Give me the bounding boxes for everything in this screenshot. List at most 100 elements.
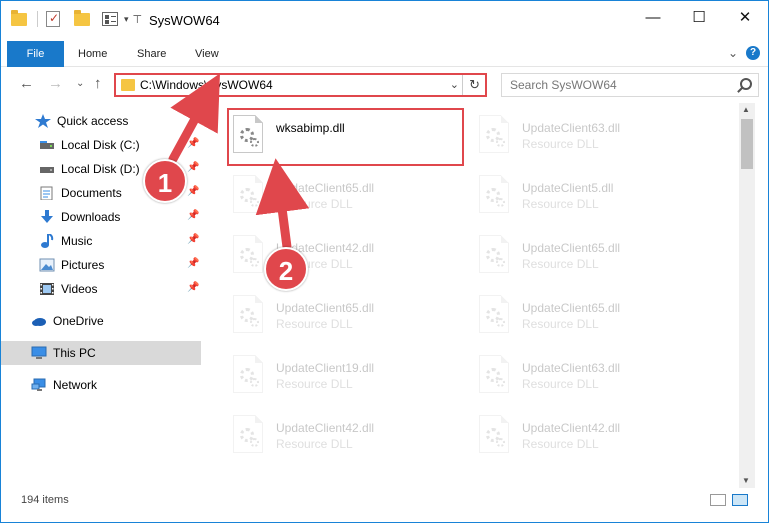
sidebar-item-this-pc[interactable]: This PC bbox=[1, 341, 201, 365]
file-tile[interactable]: UpdateClient65.dll Resource DLL bbox=[230, 291, 460, 345]
up-arrow-icon[interactable]: ↑ bbox=[94, 75, 102, 92]
file-type: Resource DLL bbox=[522, 437, 599, 451]
sidebar-item-downloads[interactable]: Downloads 📌 bbox=[1, 205, 201, 229]
file-name: UpdateClient63.dll bbox=[522, 121, 621, 135]
search-input[interactable]: Search SysWOW64 bbox=[501, 73, 759, 97]
dll-file-icon bbox=[479, 295, 509, 333]
sidebar-item-label: Documents bbox=[61, 186, 122, 200]
sidebar-item-label: Quick access bbox=[57, 114, 129, 128]
sidebar-item-quick-access[interactable]: Quick access bbox=[1, 109, 201, 133]
dll-file-icon bbox=[233, 415, 263, 453]
sidebar-item-music[interactable]: Music 📌 bbox=[1, 229, 201, 253]
file-tile[interactable]: UpdateClient65.dll Resource DLL bbox=[230, 171, 460, 225]
details-view-icon[interactable] bbox=[710, 494, 726, 506]
file-name: UpdateClient63.dll bbox=[522, 361, 621, 375]
forward-arrow-icon[interactable]: → bbox=[48, 75, 63, 92]
file-type: Resource DLL bbox=[276, 377, 353, 391]
pin-icon[interactable]: 📌 bbox=[187, 210, 199, 221]
file-name: UpdateClient5.dll bbox=[522, 181, 614, 195]
address-path[interactable]: C:\Windows\SysWOW64 bbox=[140, 78, 273, 92]
file-tile[interactable]: UpdateClient65.dll Resource DLL bbox=[476, 291, 706, 345]
sidebar-item-label: Videos bbox=[61, 282, 98, 296]
sidebar-item-documents[interactable]: Documents 📌 bbox=[1, 181, 201, 205]
file-type: Resource DLL bbox=[522, 137, 599, 151]
file-tile[interactable]: UpdateClient42.dll Resource DLL bbox=[230, 411, 460, 465]
back-arrow-icon[interactable]: ← bbox=[19, 75, 34, 92]
customize-icon[interactable] bbox=[102, 11, 118, 27]
window-title: SysWOW64 bbox=[149, 13, 220, 28]
file-name: UpdateClient65.dll bbox=[522, 241, 621, 255]
new-folder-icon[interactable] bbox=[74, 10, 90, 27]
recent-locations-icon[interactable]: ⌄ bbox=[76, 78, 84, 89]
drive-icon bbox=[39, 162, 55, 176]
file-type: Resource DLL bbox=[522, 197, 599, 211]
folder-icon[interactable] bbox=[11, 10, 27, 27]
dll-file-icon bbox=[233, 175, 263, 213]
dll-file-icon bbox=[479, 175, 509, 213]
search-icon[interactable] bbox=[740, 78, 752, 90]
pin-icon[interactable]: 📌 bbox=[187, 138, 199, 149]
ribbon-expand-icon[interactable]: ⌄ bbox=[728, 46, 738, 60]
minimize-button[interactable]: — bbox=[630, 1, 676, 33]
maximize-button[interactable]: ☐ bbox=[676, 1, 722, 33]
drive-icon bbox=[39, 138, 55, 152]
pin-icon[interactable]: 📌 bbox=[187, 234, 199, 245]
pin-icon[interactable]: 📌 bbox=[187, 282, 199, 293]
file-tile[interactable]: UpdateClient63.dll Resource DLL bbox=[476, 351, 706, 405]
chevron-down-icon[interactable]: ▾ bbox=[124, 14, 129, 25]
refresh-icon[interactable]: ↻ bbox=[469, 77, 480, 93]
file-type: Resource DLL bbox=[276, 317, 353, 331]
help-icon[interactable]: ? bbox=[746, 46, 760, 60]
address-dropdown-icon[interactable]: ⌄ bbox=[450, 78, 459, 91]
sidebar-item-network[interactable]: Network bbox=[1, 373, 201, 397]
file-type: Resource DLL bbox=[276, 257, 353, 271]
sidebar-item-local-disk-c[interactable]: Local Disk (C:) 📌 bbox=[1, 133, 201, 157]
file-name: UpdateClient42.dll bbox=[522, 421, 621, 435]
pin-icon[interactable]: 📌 bbox=[187, 186, 199, 197]
file-tile[interactable]: UpdateClient42.dll Resource DLL bbox=[476, 411, 706, 465]
address-bar[interactable]: C:\Windows\SysWOW64 ⌄ ↻ bbox=[114, 73, 487, 97]
file-name: UpdateClient42.dll bbox=[276, 421, 375, 435]
sidebar-item-onedrive[interactable]: OneDrive bbox=[1, 309, 201, 333]
tab-file[interactable]: File bbox=[7, 41, 64, 67]
folder-icon bbox=[121, 79, 135, 91]
file-tile[interactable]: UpdateClient5.dll Resource DLL bbox=[476, 171, 706, 225]
scroll-up-icon[interactable]: ▲ bbox=[742, 105, 750, 114]
file-tile[interactable]: UpdateClient19.dll Resource DLL bbox=[230, 351, 460, 405]
file-name: UpdateClient42.dll bbox=[276, 241, 375, 255]
item-count: 194 items bbox=[21, 494, 69, 506]
properties-check-icon[interactable] bbox=[46, 11, 62, 27]
videos-icon bbox=[39, 282, 55, 296]
file-tile[interactable]: UpdateClient63.dll Resource DLL bbox=[476, 111, 706, 165]
file-type: Resource DLL bbox=[276, 437, 353, 451]
file-tile[interactable]: UpdateClient65.dll Resource DLL bbox=[476, 231, 706, 285]
sidebar-item-videos[interactable]: Videos 📌 bbox=[1, 277, 201, 301]
file-name: UpdateClient65.dll bbox=[276, 181, 375, 195]
dll-file-icon bbox=[479, 115, 509, 153]
file-tile-wksabimp[interactable]: wksabimp.dll bbox=[230, 111, 460, 165]
dll-file-icon bbox=[233, 235, 263, 273]
explorer-window: ▾ ⊤ SysWOW64 — ☐ ✕ File Home Share View … bbox=[0, 0, 769, 523]
dll-file-icon bbox=[233, 115, 263, 153]
scroll-thumb[interactable] bbox=[741, 119, 753, 169]
file-type: Resource DLL bbox=[522, 377, 599, 391]
scroll-down-icon[interactable]: ▼ bbox=[742, 476, 750, 485]
sidebar-item-label: Local Disk (C:) bbox=[61, 138, 140, 152]
qa-customize-icon[interactable]: ⊤ bbox=[133, 13, 143, 26]
sidebar-item-local-disk-d[interactable]: Local Disk (D:) 📌 bbox=[1, 157, 201, 181]
tab-view[interactable]: View bbox=[195, 41, 219, 67]
file-name: UpdateClient19.dll bbox=[276, 361, 375, 375]
pin-icon[interactable]: 📌 bbox=[187, 258, 199, 269]
file-tile[interactable]: UpdateClient42.dll Resource DLL bbox=[230, 231, 460, 285]
tab-share[interactable]: Share bbox=[137, 41, 166, 67]
dll-file-icon bbox=[233, 355, 263, 393]
download-icon bbox=[39, 210, 55, 224]
file-name: wksabimp.dll bbox=[276, 121, 345, 135]
close-button[interactable]: ✕ bbox=[722, 1, 768, 33]
vertical-scrollbar[interactable]: ▲ ▼ bbox=[739, 103, 755, 488]
pin-icon[interactable]: 📌 bbox=[187, 162, 199, 173]
computer-icon bbox=[31, 346, 47, 360]
tab-home[interactable]: Home bbox=[78, 41, 107, 67]
large-icons-view-icon[interactable] bbox=[732, 494, 748, 506]
sidebar-item-pictures[interactable]: Pictures 📌 bbox=[1, 253, 201, 277]
